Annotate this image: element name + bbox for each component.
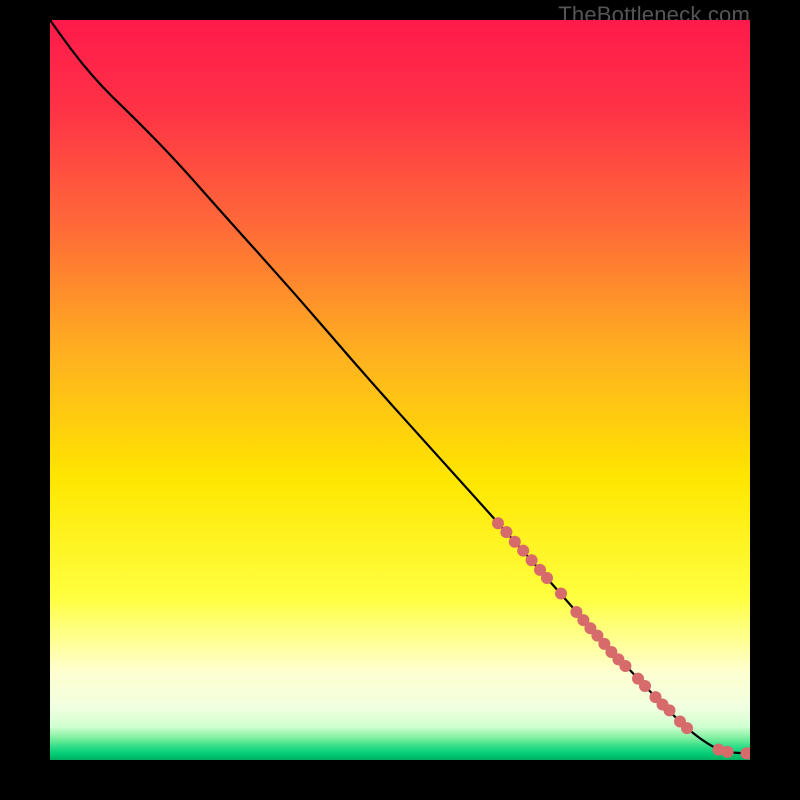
data-marker	[664, 704, 676, 716]
chart-frame: TheBottleneck.com	[0, 0, 800, 800]
plot-area	[50, 20, 750, 760]
data-marker	[526, 554, 538, 566]
data-marker	[639, 680, 651, 692]
data-marker	[500, 526, 512, 538]
data-marker	[619, 660, 631, 672]
data-marker	[722, 746, 734, 758]
data-marker	[541, 572, 553, 584]
data-marker	[492, 517, 504, 529]
data-marker	[517, 545, 529, 557]
data-marker	[509, 536, 521, 548]
data-marker	[681, 722, 693, 734]
chart-svg	[50, 20, 750, 760]
data-marker	[555, 588, 567, 600]
gradient-background	[50, 20, 750, 760]
